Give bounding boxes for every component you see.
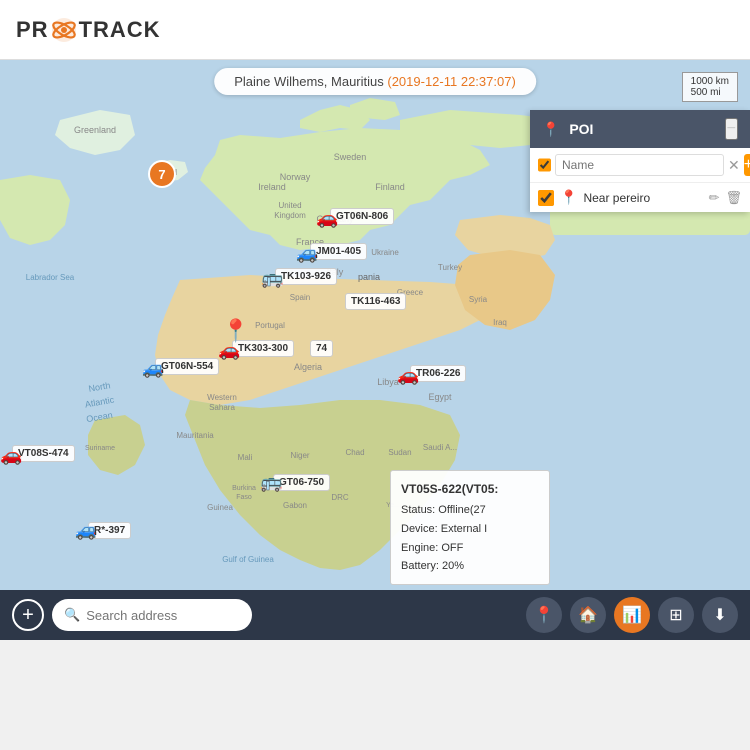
svg-text:Turkey: Turkey: [438, 263, 462, 272]
map-container[interactable]: Sweden Norway Finland Russia Greenland I…: [0, 60, 750, 640]
svg-text:Greenland: Greenland: [74, 125, 116, 135]
vehicle-icon: 🚗: [316, 208, 338, 229]
svg-text:DRC: DRC: [331, 493, 349, 502]
svg-text:Gulf of Guinea: Gulf of Guinea: [222, 555, 274, 564]
svg-text:Syria: Syria: [469, 295, 488, 304]
svg-text:Guinea: Guinea: [207, 503, 233, 512]
poi-search-input[interactable]: [555, 154, 724, 176]
svg-text:WesternSahara: WesternSahara: [207, 393, 237, 412]
poi-item-name: Near pereiro: [583, 191, 702, 205]
header: PR TRACK: [0, 0, 750, 60]
vehicle-icon: 🚙: [75, 520, 97, 541]
poi-panel: 📍 POI − ✕ + 📍 Near pereiro ✏ 🗑: [530, 110, 750, 212]
poi-item-checkbox[interactable]: [538, 190, 554, 206]
status-line4: Battery: 20%: [401, 557, 539, 576]
location-datetime: (2019-12-11 22:37:07): [387, 74, 515, 89]
vehicle-icon: 🚌: [260, 472, 282, 493]
svg-text:Suriname: Suriname: [85, 445, 115, 452]
logo-text-after: TRACK: [79, 17, 161, 43]
scale-line2: 500 mi: [691, 87, 729, 98]
poi-minimize-button[interactable]: −: [725, 118, 738, 140]
svg-text:Saudi A...: Saudi A...: [423, 443, 457, 452]
vehicle-icon: 🚌: [261, 268, 283, 289]
svg-text:Gabon: Gabon: [283, 501, 307, 510]
country-label-fragment: pania: [358, 272, 380, 282]
poi-search-row: ✕ +: [530, 148, 750, 183]
logo-text-before: PR: [16, 17, 49, 43]
search-icon: 🔍: [64, 607, 80, 623]
svg-text:Sweden: Sweden: [334, 152, 367, 162]
status-line3: Engine: OFF: [401, 539, 539, 558]
svg-text:Mali: Mali: [238, 453, 253, 462]
status-title: VT05S-622(VT05:: [401, 479, 539, 499]
poi-checkbox[interactable]: [538, 157, 551, 173]
map-pin[interactable]: 📍: [222, 318, 249, 344]
status-line1: Status: Offline(27: [401, 501, 539, 520]
chart-button[interactable]: 📊: [614, 597, 650, 633]
svg-text:Chad: Chad: [345, 448, 364, 457]
location-button[interactable]: 📍: [526, 597, 562, 633]
poi-location-icon: 📍: [542, 121, 559, 137]
vehicle-icon: 🚙: [296, 243, 318, 264]
poi-header: 📍 POI −: [530, 110, 750, 148]
vehicle-icon: 🚗: [397, 365, 419, 386]
svg-text:Niger: Niger: [290, 451, 309, 460]
status-popup: VT05S-622(VT05: Status: Offline(27 Devic…: [390, 470, 550, 585]
grid-button[interactable]: ⊞: [658, 597, 694, 633]
download-button[interactable]: ⬇: [702, 597, 738, 633]
vehicle-label[interactable]: GT06N-806: [330, 208, 394, 225]
search-bar: 🔍: [52, 599, 252, 631]
poi-clear-button[interactable]: ✕: [728, 157, 740, 174]
logo-icon: [51, 17, 77, 43]
vehicle-icon: 🚗: [0, 445, 22, 466]
search-input[interactable]: [86, 608, 240, 623]
vehicle-icon: 🚙: [142, 358, 164, 379]
svg-text:Finland: Finland: [375, 182, 405, 192]
vehicle-label[interactable]: TK103-926: [275, 268, 337, 285]
home-button[interactable]: 🏠: [570, 597, 606, 633]
location-bar: Plaine Wilhems, Mauritius (2019-12-11 22…: [214, 68, 536, 95]
status-line2: Device: External I: [401, 520, 539, 539]
svg-text:UnitedKingdom: UnitedKingdom: [274, 201, 306, 220]
svg-text:Ireland: Ireland: [258, 182, 286, 192]
vehicle-label[interactable]: GT06N-554: [155, 358, 219, 375]
svg-text:Norway: Norway: [280, 172, 311, 182]
poi-edit-button[interactable]: ✏: [709, 190, 720, 206]
svg-text:Mauritania: Mauritania: [176, 431, 214, 440]
vehicle-label[interactable]: 74: [310, 340, 333, 357]
svg-text:Libya: Libya: [377, 377, 399, 387]
svg-text:Ukraine: Ukraine: [371, 248, 399, 257]
svg-text:Portugal: Portugal: [255, 321, 285, 330]
svg-text:Algeria: Algeria: [294, 362, 322, 372]
poi-title: POI: [569, 121, 593, 137]
poi-add-button[interactable]: +: [744, 154, 750, 176]
svg-text:Sudan: Sudan: [388, 448, 411, 457]
svg-text:Spain: Spain: [290, 293, 310, 302]
logo: PR TRACK: [16, 17, 161, 43]
scale-bar: 1000 km 500 mi: [682, 72, 738, 102]
poi-delete-button[interactable]: 🗑: [725, 190, 742, 206]
svg-text:Labrador Sea: Labrador Sea: [26, 273, 75, 282]
vehicle-label[interactable]: JM01-405: [310, 243, 367, 260]
add-circle-button[interactable]: +: [12, 599, 44, 631]
poi-item-location-icon: 📍: [560, 189, 577, 206]
bottom-bar: + 🔍 📍 🏠 📊 ⊞ ⬇: [0, 590, 750, 640]
scale-line1: 1000 km: [691, 76, 729, 87]
svg-text:Egypt: Egypt: [428, 392, 452, 402]
cluster-marker[interactable]: 7: [148, 160, 176, 188]
poi-item-row: 📍 Near pereiro ✏ 🗑: [530, 183, 750, 212]
vehicle-label[interactable]: TK116-463: [345, 293, 406, 310]
svg-text:Iraq: Iraq: [493, 318, 507, 327]
location-text: Plaine Wilhems, Mauritius: [234, 74, 384, 89]
